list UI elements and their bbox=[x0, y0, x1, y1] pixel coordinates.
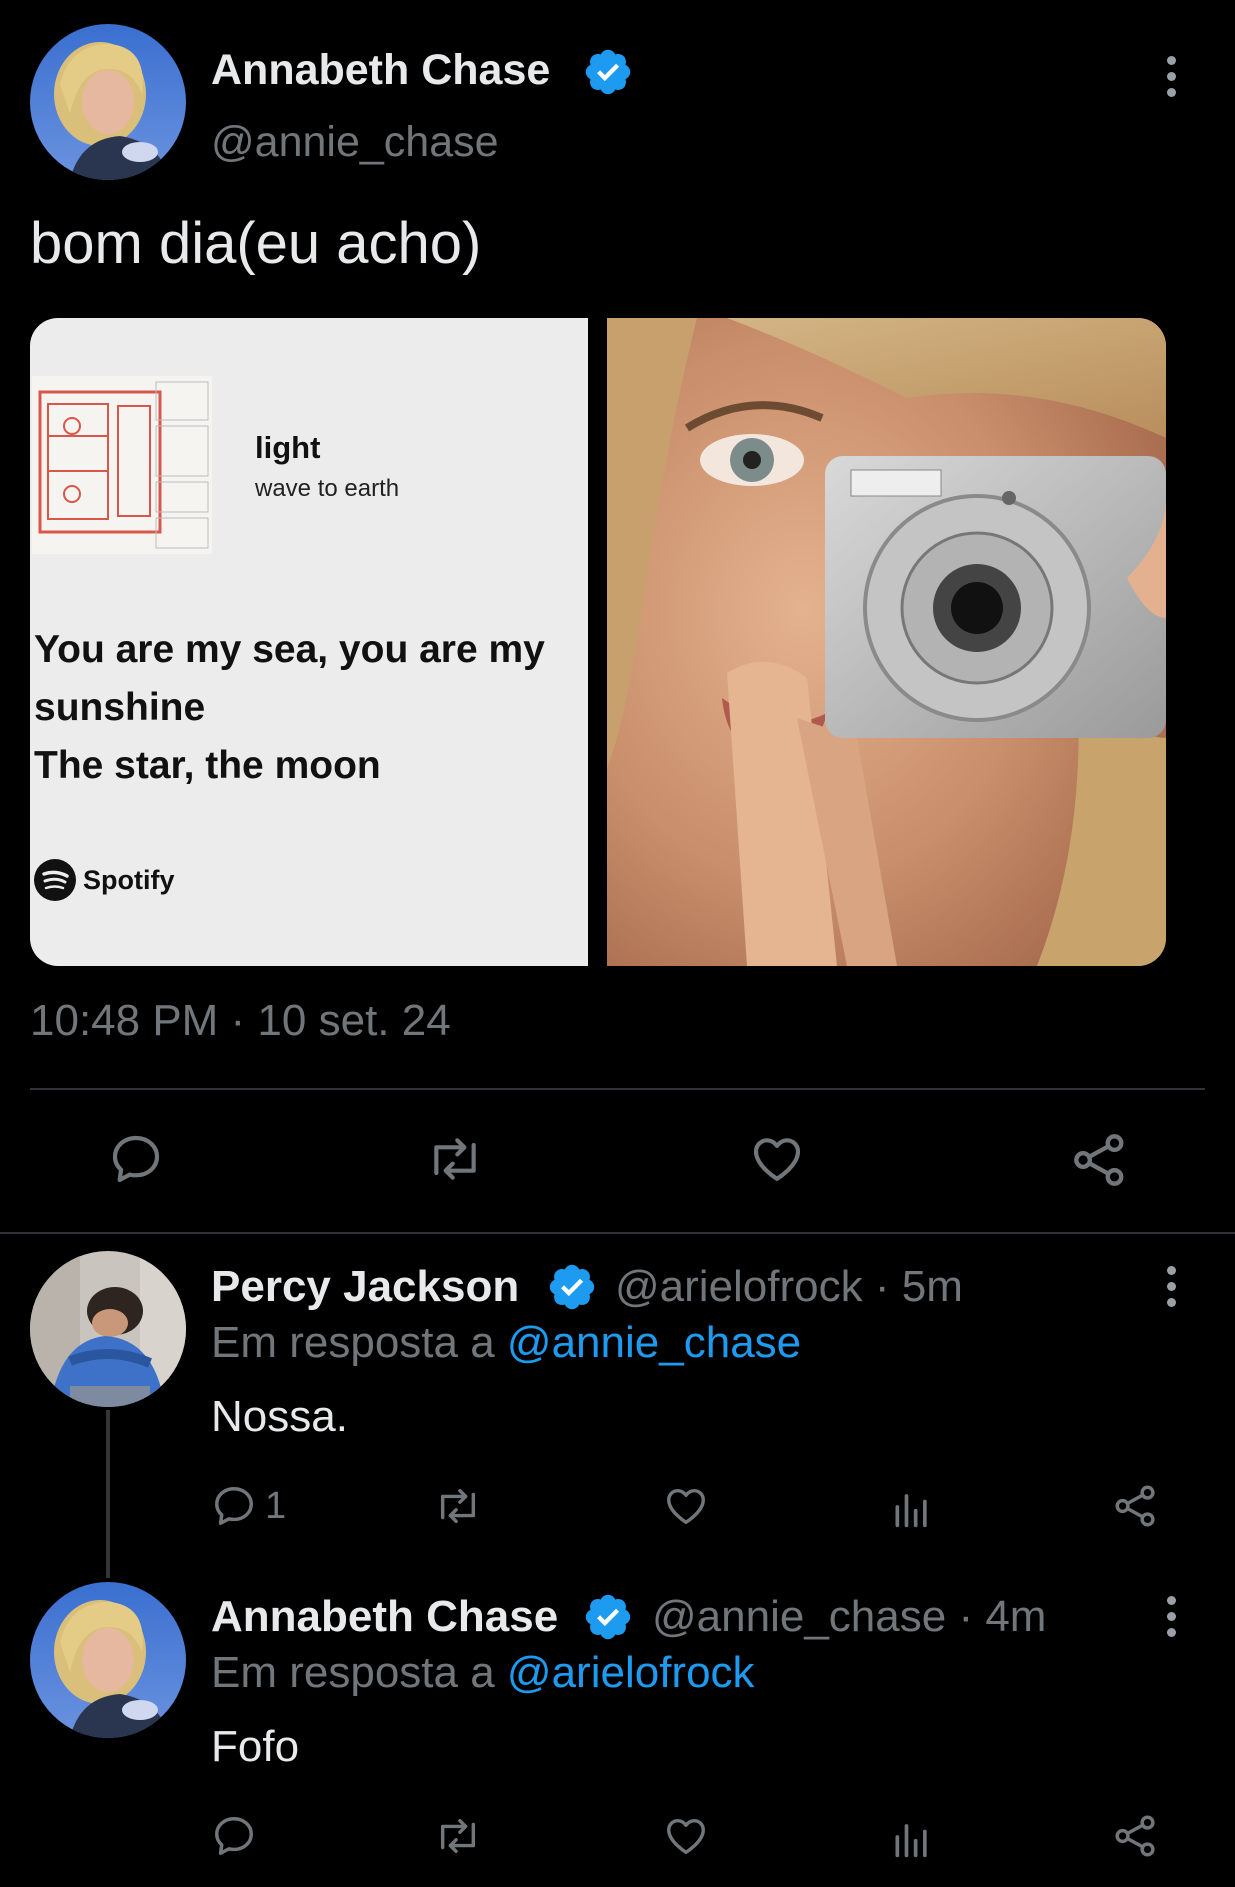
retweet-button[interactable] bbox=[432, 1813, 484, 1859]
speech-bubble-icon bbox=[215, 1487, 253, 1525]
verified-badge-icon bbox=[582, 1591, 634, 1648]
reply-author-avatar[interactable] bbox=[30, 1251, 186, 1407]
reply-context: Em resposta a @arielofrock bbox=[211, 1648, 755, 1698]
reply-author-name[interactable]: Annabeth Chase bbox=[211, 1592, 558, 1642]
spotify-lyrics-card[interactable]: light wave to earth You are my sea, you … bbox=[30, 318, 588, 966]
more-options-icon[interactable] bbox=[1165, 1266, 1177, 1307]
retweet-icon bbox=[440, 1488, 476, 1524]
spotify-logo-icon bbox=[34, 859, 76, 906]
author-name[interactable]: Annabeth Chase bbox=[211, 46, 550, 95]
tweet-timestamp[interactable]: 10:48 PM · 10 set. 24 bbox=[30, 996, 451, 1046]
retweet-icon bbox=[434, 1138, 476, 1180]
heart-icon bbox=[753, 1138, 801, 1181]
author-handle[interactable]: @annie_chase bbox=[211, 118, 499, 167]
divider bbox=[30, 1088, 1205, 1090]
retweet-button[interactable] bbox=[424, 1131, 486, 1187]
reply-button[interactable] bbox=[108, 1131, 164, 1187]
share-button[interactable] bbox=[1113, 1483, 1159, 1529]
reply-time[interactable]: 4m bbox=[985, 1592, 1046, 1641]
reply-to-link[interactable]: @arielofrock bbox=[507, 1648, 755, 1697]
author-avatar[interactable] bbox=[30, 24, 186, 180]
song-title: light bbox=[255, 430, 321, 465]
reply-prefix: Em resposta a bbox=[211, 1318, 495, 1367]
reply-meta[interactable]: @annie_chase · 4m bbox=[652, 1592, 1046, 1642]
speech-bubble-icon bbox=[112, 1135, 160, 1183]
song-artist: wave to earth bbox=[255, 475, 400, 502]
reply-to-link[interactable]: @annie_chase bbox=[507, 1318, 801, 1367]
lyrics-line: sunshine bbox=[34, 686, 206, 729]
reply-text: Fofo bbox=[211, 1722, 300, 1771]
reply-author-avatar[interactable] bbox=[30, 1582, 186, 1738]
bar-chart-icon bbox=[895, 1824, 927, 1858]
speech-bubble-icon bbox=[215, 1817, 253, 1855]
reply-time[interactable]: 5m bbox=[902, 1262, 963, 1311]
lyrics-line: You are my sea, you are my bbox=[34, 628, 545, 671]
heart-icon bbox=[667, 1818, 705, 1855]
heart-icon bbox=[667, 1488, 705, 1525]
like-button[interactable] bbox=[662, 1813, 710, 1859]
tweet-text: bom dia(eu acho) bbox=[30, 211, 482, 276]
reply-author-handle[interactable]: @annie_chase bbox=[652, 1592, 946, 1641]
reply-meta[interactable]: @arielofrock · 5m bbox=[615, 1262, 963, 1312]
reply-prefix: Em resposta a bbox=[211, 1648, 495, 1697]
bar-chart-icon bbox=[895, 1494, 927, 1528]
verified-badge-icon bbox=[546, 1261, 598, 1318]
verified-badge-icon bbox=[582, 46, 634, 103]
reply-count: 1 bbox=[265, 1484, 287, 1527]
spotify-wordmark: Spotify bbox=[83, 865, 175, 895]
more-options-icon[interactable] bbox=[1165, 1596, 1177, 1637]
album-art bbox=[32, 376, 212, 554]
like-button[interactable] bbox=[662, 1483, 710, 1529]
lyrics-line: The star, the moon bbox=[34, 744, 381, 787]
retweet-button[interactable] bbox=[432, 1483, 484, 1529]
retweet-icon bbox=[440, 1818, 476, 1854]
share-icon bbox=[1115, 1815, 1155, 1857]
share-button[interactable] bbox=[1071, 1131, 1129, 1189]
reply-button[interactable] bbox=[211, 1813, 257, 1859]
reply-context: Em resposta a @annie_chase bbox=[211, 1318, 801, 1368]
reply-text: Nossa. bbox=[211, 1392, 348, 1441]
share-icon bbox=[1115, 1485, 1155, 1527]
reply-author-handle[interactable]: @arielofrock bbox=[615, 1262, 863, 1311]
more-options-icon[interactable] bbox=[1165, 56, 1177, 97]
share-button[interactable] bbox=[1113, 1813, 1159, 1859]
divider bbox=[0, 1232, 1235, 1234]
thread-connector-line bbox=[106, 1410, 110, 1578]
reply-author-name[interactable]: Percy Jackson bbox=[211, 1262, 519, 1312]
views-button[interactable] bbox=[890, 1485, 934, 1529]
views-button[interactable] bbox=[890, 1815, 934, 1859]
share-icon bbox=[1074, 1134, 1124, 1186]
tweet-photo[interactable] bbox=[607, 318, 1166, 966]
reply-button[interactable]: 1 bbox=[211, 1483, 286, 1529]
like-button[interactable] bbox=[748, 1131, 806, 1187]
